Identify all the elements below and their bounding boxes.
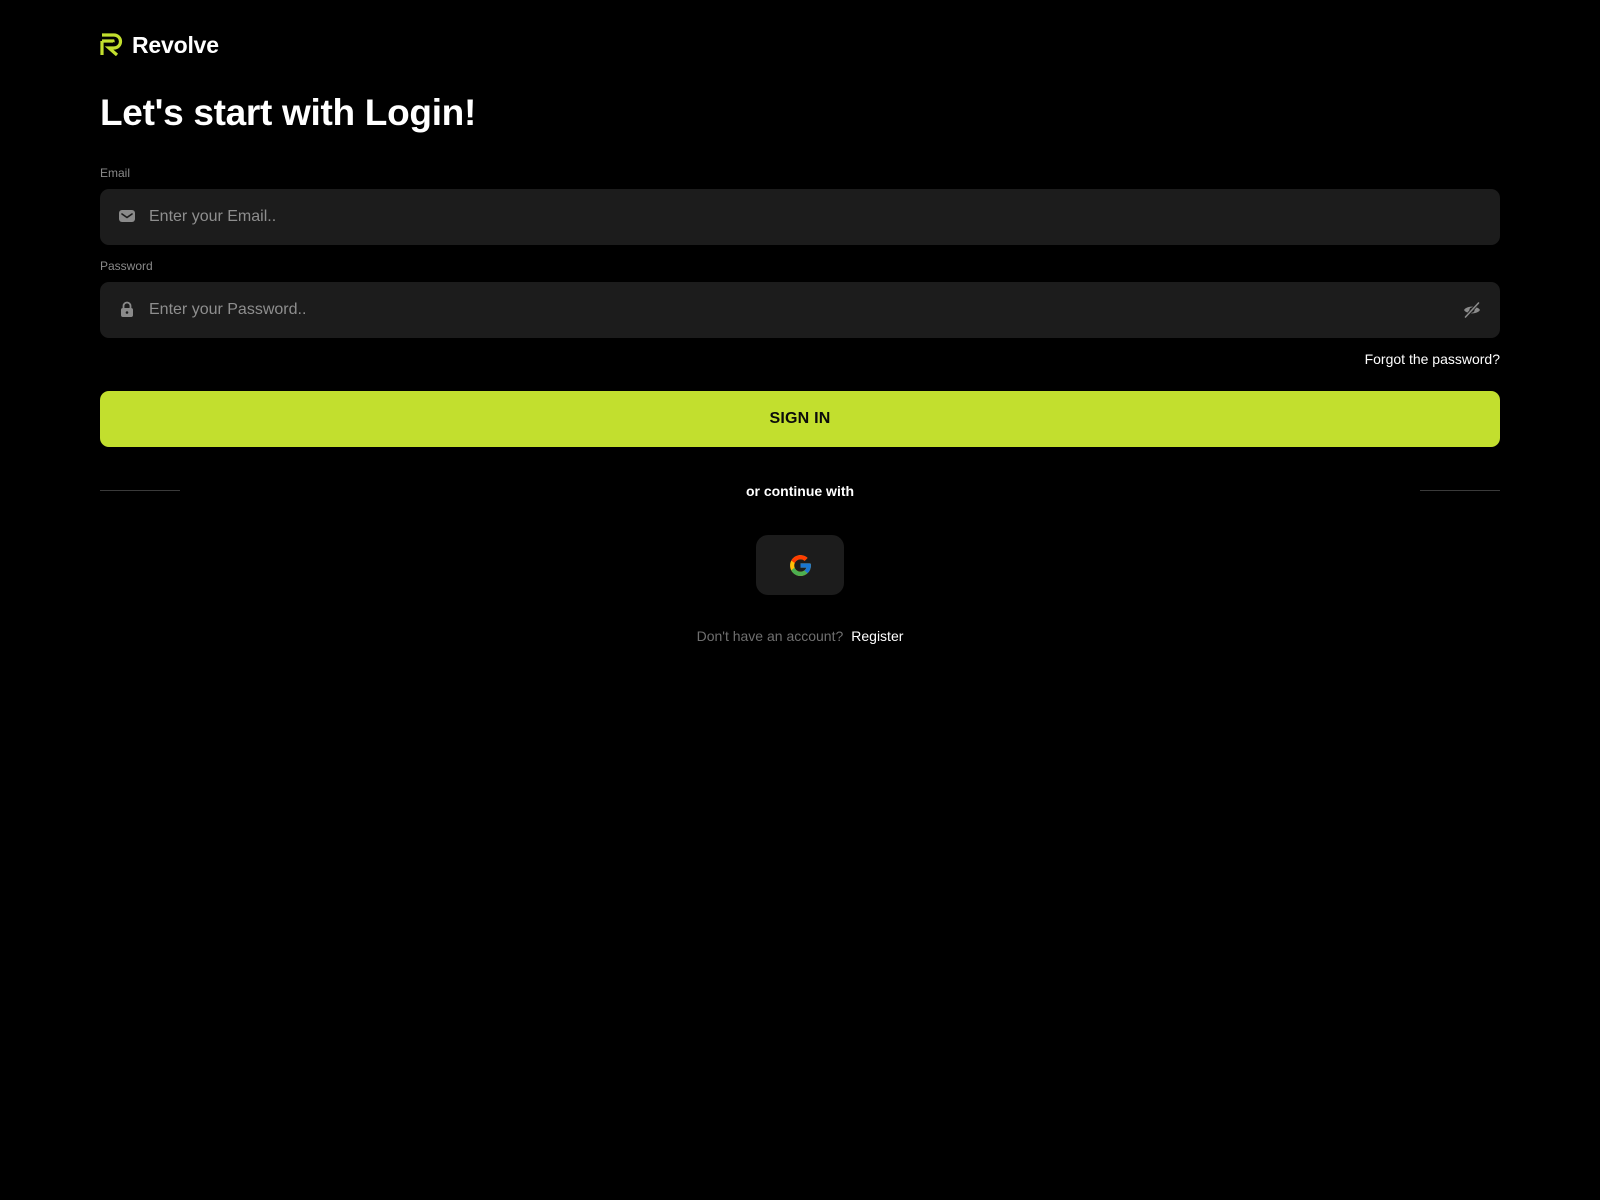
password-input[interactable] [149, 282, 1439, 338]
no-account-text: Don't have an account? [696, 628, 844, 644]
lock-icon [121, 301, 133, 317]
password-label: Password [100, 259, 153, 273]
page-title: Let's start with Login! [100, 92, 476, 133]
register-row: Don't have an account? Register [100, 626, 1500, 646]
brand-name: Revolve [132, 32, 219, 58]
divider-line-right [1420, 490, 1500, 491]
sign-in-button[interactable]: SIGN IN [100, 391, 1500, 447]
email-input[interactable] [149, 189, 1439, 245]
register-link[interactable]: Register [851, 628, 903, 644]
social-divider-text: or continue with [745, 483, 855, 499]
password-field-wrapper [100, 282, 1500, 338]
mail-icon [119, 210, 135, 222]
brand-logo[interactable]: Revolve [100, 29, 219, 58]
google-icon [789, 554, 811, 576]
google-sign-in-button[interactable] [756, 535, 844, 595]
revolve-logo-icon [100, 32, 123, 56]
eye-off-icon[interactable] [1462, 300, 1482, 320]
email-field-wrapper [100, 189, 1500, 245]
email-label: Email [100, 166, 131, 180]
login-page: Revolve Let's start with Login! Email Pa… [0, 0, 1600, 1200]
forgot-password-link[interactable]: Forgot the password? [1365, 350, 1500, 368]
